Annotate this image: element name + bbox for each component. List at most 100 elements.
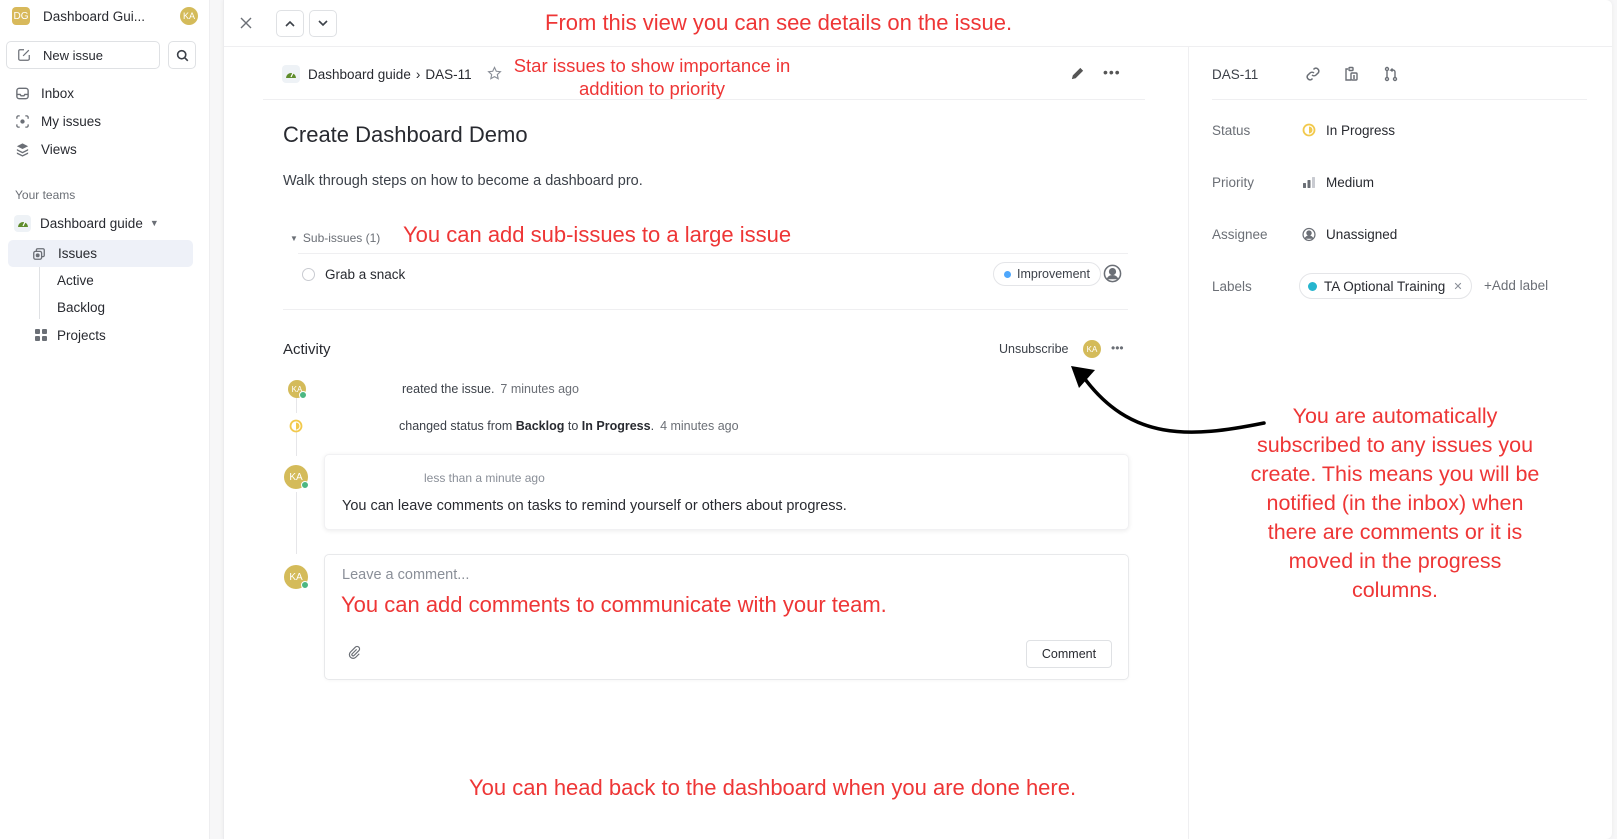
breadcrumb: Dashboard guide › DAS-11 — [282, 62, 472, 86]
team-name: Dashboard guide — [40, 215, 143, 231]
workspace-name: Dashboard Gui... — [43, 8, 146, 24]
sub-issue-title: Grab a snack — [325, 266, 406, 282]
sub-issues-toggle[interactable]: ▼ Sub-issues (1) — [290, 231, 380, 245]
issue-description[interactable]: Walk through steps on how to become a da… — [283, 173, 643, 189]
breadcrumb-separator: › — [415, 66, 421, 82]
issues-icon — [33, 247, 45, 260]
edit-icon[interactable] — [1070, 66, 1085, 81]
caret-down-icon: ▼ — [149, 218, 159, 228]
views-icon — [14, 141, 30, 157]
online-indicator — [299, 391, 307, 399]
sidebar-item-label: My issues — [41, 113, 102, 129]
priority-value[interactable]: Medium — [1302, 172, 1374, 192]
tree-line — [39, 267, 40, 319]
star-icon[interactable] — [487, 66, 502, 81]
unassigned-avatar-icon[interactable] — [1103, 264, 1122, 283]
sidebar-item-backlog[interactable]: Backlog — [57, 300, 105, 315]
chevron-down-icon — [318, 20, 328, 27]
activity-title: Activity — [283, 341, 331, 358]
subscriber-avatar[interactable]: KA — [1083, 340, 1101, 358]
activity-event-status-change: changed status from Backlog to In Progre… — [399, 419, 739, 433]
comment-body: You can leave comments on tasks to remin… — [342, 498, 847, 514]
comment-submit-button[interactable]: Comment — [1026, 640, 1112, 668]
event-time: 4 minutes ago — [660, 419, 739, 433]
caret-down-icon: ▼ — [290, 233, 298, 243]
divider — [298, 253, 1128, 254]
activity-more-icon[interactable]: ••• — [1111, 341, 1124, 355]
issue-id: DAS-11 — [1212, 67, 1259, 82]
assignee-label: Assignee — [1212, 227, 1268, 242]
team-dashboard-guide[interactable]: Dashboard guide ▼ — [14, 212, 159, 234]
add-label-button[interactable]: +Add label — [1484, 278, 1548, 293]
unsubscribe-button[interactable]: Unsubscribe — [999, 342, 1068, 356]
label-chip-text: TA Optional Training — [1324, 278, 1446, 294]
sidebar-item-issues[interactable]: Issues — [8, 240, 193, 267]
sidebar-item-active[interactable]: Active — [57, 273, 94, 288]
more-options-icon[interactable]: ••• — [1103, 64, 1121, 80]
sidebar-item-views[interactable]: Views — [14, 137, 77, 161]
sidebar-item-label: Issues — [58, 246, 98, 261]
breadcrumb-issue-id[interactable]: DAS-11 — [425, 67, 471, 82]
teams-section-label: Your teams — [15, 188, 76, 202]
speedometer-icon — [14, 214, 31, 232]
issue-title[interactable]: Create Dashboard Demo — [283, 122, 528, 148]
sub-issues-header: Sub-issues (1) — [302, 231, 381, 245]
breadcrumb-team[interactable]: Dashboard guide — [308, 67, 411, 82]
sidebar: DG Dashboard Gui... KA New issue Inbox M… — [0, 0, 210, 839]
comment-input[interactable] — [342, 567, 1102, 583]
sub-issue-label[interactable]: Improvement — [993, 262, 1101, 286]
priority-medium-icon — [1302, 175, 1316, 189]
copy-id-icon[interactable] — [1343, 66, 1359, 82]
new-issue-label: New issue — [43, 47, 103, 63]
activity-event-created: reated the issue. 7 minutes ago — [402, 382, 579, 396]
annotation-sub-issues: You can add sub-issues to a large issue — [403, 222, 792, 247]
sidebar-item-label: Projects — [57, 327, 106, 343]
status-value[interactable]: In Progress — [1302, 120, 1395, 140]
close-button[interactable] — [237, 14, 255, 32]
link-icon[interactable] — [1305, 66, 1321, 82]
inbox-icon — [14, 85, 30, 101]
annotation-issue-view: From this view you can see details on th… — [545, 10, 1013, 35]
speedometer-icon — [282, 65, 300, 83]
comment-time: less than a minute ago — [424, 471, 545, 485]
user-avatar[interactable]: KA — [180, 7, 198, 25]
next-issue-button[interactable] — [309, 10, 337, 37]
sidebar-item-inbox[interactable]: Inbox — [14, 81, 74, 105]
status-todo-icon[interactable] — [302, 267, 315, 281]
close-icon — [240, 17, 252, 29]
annotation-star: Star issues to show importance in additi… — [513, 55, 791, 99]
online-indicator — [301, 481, 309, 489]
paperclip-icon[interactable] — [347, 645, 361, 659]
label-dot-icon — [1308, 281, 1317, 291]
sidebar-item-label: Views — [41, 141, 77, 157]
assignee-value[interactable]: Unassigned — [1302, 224, 1397, 244]
search-button[interactable] — [168, 41, 196, 69]
in-progress-icon — [289, 419, 303, 433]
new-issue-button[interactable]: New issue — [6, 41, 160, 69]
label-dot-icon — [1004, 270, 1011, 278]
my-issues-icon — [14, 113, 30, 129]
sidebar-item-my-issues[interactable]: My issues — [14, 109, 101, 133]
label-chip[interactable]: TA Optional Training ✕ — [1299, 273, 1472, 299]
workspace-switcher[interactable]: DG Dashboard Gui... KA — [12, 4, 198, 28]
comment-card: less than a minute ago You can leave com… — [324, 454, 1129, 530]
branch-icon[interactable] — [1383, 66, 1399, 82]
compose-icon — [18, 49, 30, 61]
annotation-back: You can head back to the dashboard when … — [469, 775, 1077, 800]
annotation-subscribe: You are automatically subscribed to any … — [1250, 404, 1540, 602]
unassigned-avatar-icon — [1302, 227, 1316, 241]
timeline-line — [296, 492, 297, 554]
status-label: Status — [1212, 123, 1251, 138]
chevron-up-icon — [285, 20, 295, 27]
previous-issue-button[interactable] — [276, 10, 304, 37]
search-icon — [176, 49, 188, 61]
priority-label: Priority — [1212, 175, 1255, 190]
projects-icon — [33, 327, 49, 343]
remove-label-icon[interactable]: ✕ — [1453, 280, 1462, 293]
sidebar-item-projects[interactable]: Projects — [33, 323, 106, 347]
annotation-comments: You can add comments to communicate with… — [341, 592, 887, 617]
divider — [283, 309, 1128, 310]
label-text: Improvement — [1017, 267, 1090, 281]
online-indicator — [301, 581, 309, 589]
divider — [1212, 99, 1587, 100]
